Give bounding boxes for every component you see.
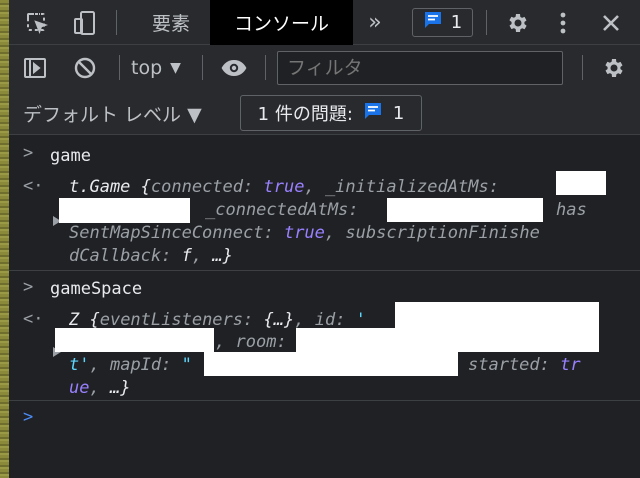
context-label: top bbox=[131, 57, 163, 79]
property-key: connected bbox=[150, 177, 244, 197]
redacted-value bbox=[296, 328, 599, 352]
property-key: dCallback bbox=[69, 246, 162, 266]
property-value: ue bbox=[69, 378, 90, 398]
input-chevron-icon: > bbox=[23, 277, 34, 297]
property-key: _initializedAtMs bbox=[324, 177, 489, 197]
property-key: eventListeners bbox=[99, 310, 244, 330]
toolbar-separator bbox=[119, 55, 120, 80]
redacted-value bbox=[204, 352, 458, 376]
log-levels-dropdown[interactable]: デフォルト レベル ▼ bbox=[23, 91, 202, 135]
property-key: subscriptionFinishe bbox=[345, 223, 540, 243]
settings-gear-icon[interactable] bbox=[502, 0, 532, 45]
property-value: {…} bbox=[263, 310, 295, 330]
console-input-text: game bbox=[50, 146, 91, 166]
output-arrow-icon: <· bbox=[23, 176, 44, 196]
devtools-panel: 要素 コンソール » 1 top ▼ フィルタ デフォルト レベル ▼ 1 件の… bbox=[9, 0, 640, 478]
property-key: started bbox=[468, 355, 540, 375]
toolbar-separator bbox=[202, 55, 203, 80]
property-key: mapId bbox=[109, 355, 162, 375]
redacted-value bbox=[556, 171, 606, 195]
messages-count: 1 bbox=[450, 12, 463, 33]
property-key: has bbox=[556, 200, 587, 220]
object-class-name: t.Game { bbox=[69, 177, 151, 197]
toolbar-separator bbox=[265, 55, 266, 80]
property-key: SentMapSinceConnect bbox=[69, 223, 264, 243]
messages-badge-button[interactable]: 1 bbox=[412, 8, 473, 37]
console-entry: > gameSpace <· Z {eventListeners: {…}, i… bbox=[9, 271, 640, 401]
message-icon bbox=[363, 101, 383, 126]
toolbar-separator bbox=[582, 55, 583, 80]
console-output-line: dCallback: f, …} bbox=[69, 246, 233, 266]
clear-console-icon[interactable] bbox=[71, 45, 99, 91]
tabbar-separator bbox=[116, 10, 117, 35]
console-input-text: gameSpace bbox=[50, 279, 143, 299]
property-key: _connectedAtMs bbox=[205, 200, 349, 220]
console-settings-gear-icon[interactable] bbox=[598, 45, 628, 91]
redacted-value bbox=[387, 198, 543, 222]
device-toolbar-icon[interactable] bbox=[69, 0, 101, 45]
live-expression-eye-icon[interactable] bbox=[218, 45, 250, 91]
property-value: true bbox=[263, 177, 305, 197]
page-edge-strip bbox=[0, 0, 9, 478]
ellipsis-text: …} bbox=[212, 246, 233, 266]
close-icon[interactable] bbox=[597, 0, 625, 45]
ellipsis-text: …} bbox=[109, 378, 131, 398]
console-entry: > game <· t.Game {connected: true, _init… bbox=[9, 135, 640, 271]
property-key: room bbox=[235, 332, 277, 352]
string-value: " bbox=[181, 355, 192, 375]
redacted-value bbox=[395, 302, 599, 328]
console-output-line: has bbox=[556, 197, 587, 223]
chevron-down-icon: ▼ bbox=[170, 60, 181, 76]
tab-elements[interactable]: 要素 bbox=[133, 0, 209, 45]
console-output-line: started: tr bbox=[468, 355, 581, 375]
issues-count: 1 bbox=[392, 102, 405, 124]
tabbar-separator bbox=[486, 10, 487, 35]
console-prompt-chevron-icon: > bbox=[23, 407, 34, 427]
console-prompt-input[interactable] bbox=[45, 401, 635, 435]
property-key: id bbox=[314, 310, 336, 330]
context-selector[interactable]: top ▼ bbox=[131, 45, 181, 91]
property-value: f bbox=[181, 246, 192, 266]
object-class-name: Z { bbox=[69, 310, 100, 330]
console-output[interactable]: > game <· t.Game {connected: true, _init… bbox=[9, 135, 640, 478]
issues-button[interactable]: 1 件の問題: 1 bbox=[240, 95, 422, 131]
string-value: t' bbox=[69, 355, 90, 375]
message-icon bbox=[423, 10, 443, 35]
devtools-tabbar: 要素 コンソール » 1 bbox=[9, 0, 640, 45]
sidebar-toggle-icon[interactable] bbox=[21, 45, 49, 91]
more-options-icon[interactable] bbox=[551, 0, 575, 45]
console-output-line: ue, …} bbox=[69, 378, 131, 398]
property-value: tr bbox=[560, 355, 581, 375]
input-chevron-icon: > bbox=[23, 143, 34, 163]
redacted-value bbox=[55, 328, 214, 352]
more-tabs-button[interactable]: » bbox=[359, 0, 391, 45]
issues-label: 1 件の問題: bbox=[257, 104, 353, 125]
inspect-element-icon[interactable] bbox=[21, 0, 53, 45]
tab-console[interactable]: コンソール bbox=[210, 0, 353, 45]
filter-input[interactable] bbox=[277, 51, 563, 85]
property-value: true bbox=[283, 223, 325, 243]
output-arrow-icon: <· bbox=[23, 309, 44, 329]
string-value: ' bbox=[355, 310, 366, 330]
